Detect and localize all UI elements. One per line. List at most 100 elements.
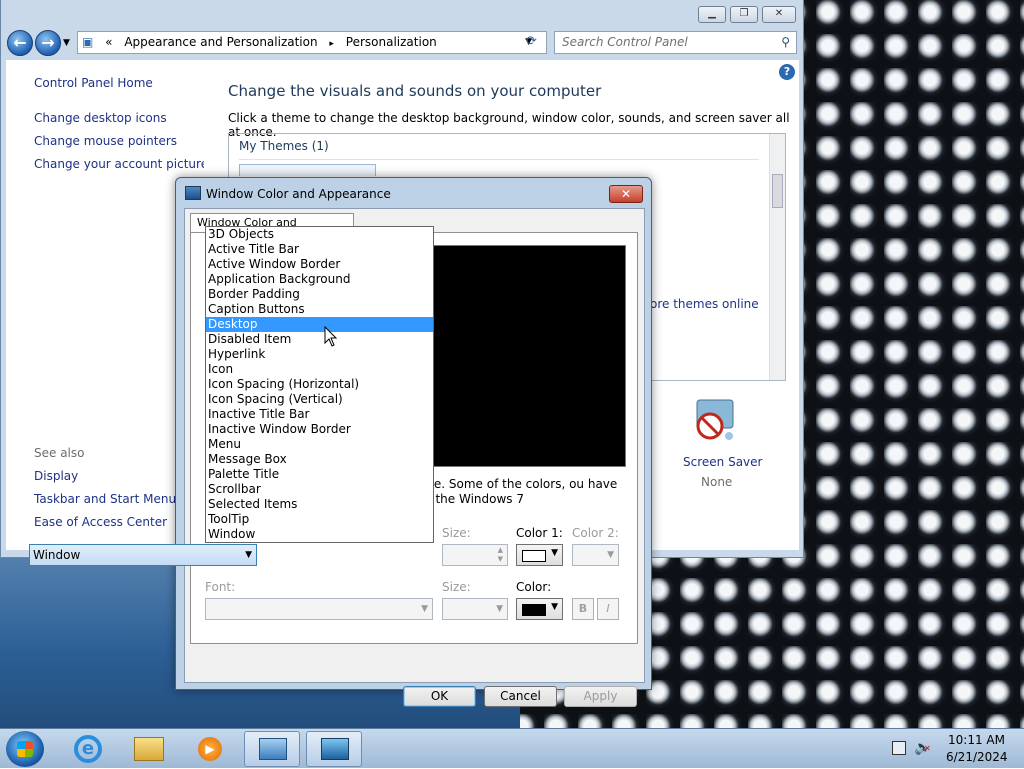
font-size-label: Size: (442, 580, 471, 594)
scrollbar-thumb[interactable] (772, 174, 783, 208)
color2-label: Color 2: (572, 526, 619, 540)
control-panel-icon: ▣ (82, 35, 94, 49)
bold-button[interactable]: B (572, 598, 594, 620)
font-color-picker-button[interactable]: ▼ (516, 598, 563, 620)
my-themes-header: My Themes (1) (239, 139, 329, 153)
control-panel-titlebar[interactable]: ▁ ❐ ✕ (1, 0, 803, 28)
dropdown-item[interactable]: Selected Items (206, 497, 433, 512)
dropdown-item[interactable]: ToolTip (206, 512, 433, 527)
font-label: Font: (205, 580, 236, 594)
dropdown-item[interactable]: 3D Objects (206, 227, 433, 242)
dropdown-item[interactable]: Caption Buttons (206, 302, 433, 317)
forward-button[interactable]: → (35, 30, 61, 56)
dropdown-item[interactable]: Border Padding (206, 287, 433, 302)
clock-time[interactable]: 10:11 AM (948, 733, 1005, 747)
screen-saver-link[interactable]: Screen Saver (683, 455, 762, 469)
breadcrumb-separator-icon[interactable]: ▸ (329, 39, 334, 49)
dropdown-item[interactable]: Icon Spacing (Horizontal) (206, 377, 433, 392)
screen-saver-icon[interactable] (691, 398, 737, 444)
change-desktop-icons-link[interactable]: Change desktop icons (34, 111, 167, 125)
dropdown-item[interactable]: Inactive Window Border (206, 422, 433, 437)
dropdown-item[interactable]: Palette Title (206, 467, 433, 482)
font-color-swatch (522, 604, 546, 616)
font-size-select[interactable]: ▼ (442, 598, 508, 620)
dropdown-item[interactable]: Application Background (206, 272, 433, 287)
display-link[interactable]: Display (34, 469, 78, 483)
mute-indicator-icon: ✕ (924, 744, 931, 753)
dropdown-item[interactable]: Icon Spacing (Vertical) (206, 392, 433, 407)
mouse-cursor-icon (324, 326, 338, 347)
ok-button[interactable]: OK (403, 686, 476, 707)
item-select[interactable]: Window ▼ (29, 544, 257, 566)
media-player-taskbar-button[interactable]: ▶ (182, 731, 238, 767)
explorer-taskbar-button[interactable] (121, 731, 177, 767)
italic-button[interactable]: I (597, 598, 619, 620)
dropdown-item[interactable]: Scrollbar (206, 482, 433, 497)
recent-pages-chevron-icon[interactable]: ▼ (63, 38, 70, 48)
dropdown-item[interactable]: Inactive Title Bar (206, 407, 433, 422)
dropdown-item[interactable]: Icon (206, 362, 433, 377)
item-size-label: Size: (442, 526, 471, 540)
dialog-title: Window Color and Appearance (206, 187, 391, 201)
color1-swatch (522, 550, 546, 562)
theme-thumbnail[interactable] (239, 164, 376, 176)
help-icon[interactable]: ? (779, 64, 795, 80)
see-also-label: See also (34, 446, 85, 460)
control-panel-icon (259, 738, 287, 760)
window-color-taskbar-button[interactable] (306, 731, 362, 767)
internet-explorer-icon: e (74, 735, 102, 763)
item-dropdown-list[interactable]: 3D Objects Active Title Bar Active Window … (205, 226, 434, 543)
apply-button[interactable]: Apply (564, 686, 637, 707)
dropdown-item[interactable]: Hyperlink (206, 347, 433, 362)
display-settings-icon (321, 738, 349, 760)
cancel-button[interactable]: Cancel (484, 686, 557, 707)
search-icon[interactable]: ⚲ (781, 32, 790, 53)
color2-picker-button[interactable]: ▼ (572, 544, 619, 566)
color1-label: Color 1: (516, 526, 563, 540)
change-account-picture-link[interactable]: Change your account picture (34, 157, 208, 171)
theme-list-scrollbar[interactable] (769, 134, 785, 380)
dropdown-item[interactable]: Message Box (206, 452, 433, 467)
breadcrumb-appearance[interactable]: Appearance and Personalization (124, 35, 317, 49)
notification-area: 🔈 ✕ 10:11 AM 6/21/2024 (886, 729, 1024, 769)
item-select-value: Window (33, 548, 81, 562)
dropdown-item[interactable]: Active Title Bar (206, 242, 433, 257)
ease-of-access-link[interactable]: Ease of Access Center (34, 515, 167, 529)
taskbar: e ▶ 🔈 ✕ 10:11 AM 6/21/2024 (0, 728, 1024, 768)
dialog-close-button[interactable]: ✕ (609, 185, 643, 203)
clock-date[interactable]: 6/21/2024 (946, 750, 1008, 764)
item-size-spinner[interactable]: ▲ ▼ (442, 544, 508, 566)
windows-logo-icon (17, 741, 33, 757)
dialog-app-icon (185, 186, 201, 200)
control-panel-home-link[interactable]: Control Panel Home (34, 76, 153, 90)
internet-explorer-taskbar-button[interactable]: e (60, 731, 116, 767)
start-button[interactable] (6, 731, 44, 767)
close-button[interactable]: ✕ (762, 6, 796, 23)
breadcrumb-personalization[interactable]: Personalization (346, 35, 437, 49)
search-placeholder: Search Control Panel (562, 35, 688, 49)
control-panel-taskbar-button[interactable] (244, 731, 300, 767)
dropdown-item[interactable]: Window (206, 527, 433, 542)
dropdown-item[interactable]: Active Window Border (206, 257, 433, 272)
taskbar-start-menu-link[interactable]: Taskbar and Start Menu (34, 492, 176, 506)
breadcrumb-overflow[interactable]: « (105, 35, 112, 49)
change-mouse-pointers-link[interactable]: Change mouse pointers (34, 134, 177, 148)
dropdown-item[interactable]: Menu (206, 437, 433, 452)
get-more-themes-link[interactable]: ore themes online (650, 297, 759, 311)
back-button[interactable]: ← (7, 30, 33, 56)
dropdown-item[interactable]: Desktop (206, 317, 433, 332)
color1-picker-button[interactable]: ▼ (516, 544, 563, 566)
media-player-icon: ▶ (198, 737, 222, 761)
minimize-button[interactable]: ▁ (698, 6, 726, 23)
dropdown-item[interactable]: Disabled Item (206, 332, 433, 347)
divider (239, 159, 759, 160)
font-color-label: Color: (516, 580, 552, 594)
network-icon[interactable] (892, 741, 906, 755)
refresh-icon[interactable]: ⟳ (526, 34, 537, 49)
font-select[interactable]: ▼ (205, 598, 433, 620)
address-bar[interactable]: ▣ « Appearance and Personalization ▸ Per… (77, 31, 547, 54)
chevron-down-icon[interactable]: ▼ (245, 545, 252, 565)
maximize-button[interactable]: ❐ (730, 6, 758, 23)
search-input[interactable]: Search Control Panel ⚲ (554, 31, 797, 54)
page-title: Change the visuals and sounds on your co… (228, 82, 602, 100)
